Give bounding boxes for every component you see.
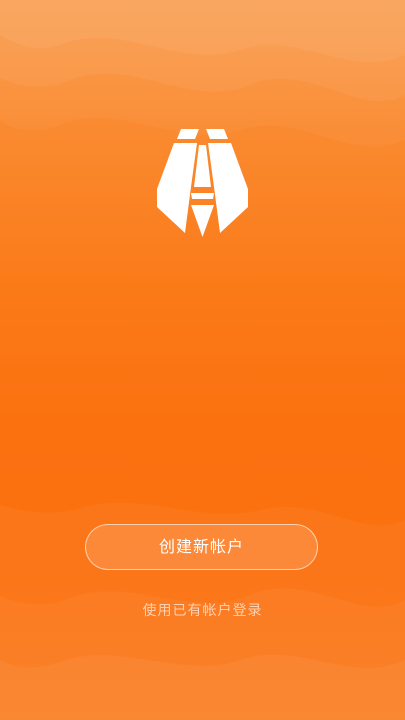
cicada-logo-icon [157, 129, 248, 237]
login-existing-account-link[interactable]: 使用已有帐户登录 [0, 600, 405, 622]
create-account-button[interactable]: 创建新帐户 [85, 524, 318, 570]
logo-center-band [191, 193, 214, 199]
logo-right-wing [208, 143, 248, 233]
logo-top-left [177, 129, 199, 139]
logo-top-right [206, 129, 228, 139]
logo-center-top [194, 145, 211, 187]
logo-left-wing [157, 143, 197, 233]
welcome-screen: 创建新帐户 使用已有帐户登录 [0, 0, 405, 720]
logo-center-tail [191, 205, 214, 237]
